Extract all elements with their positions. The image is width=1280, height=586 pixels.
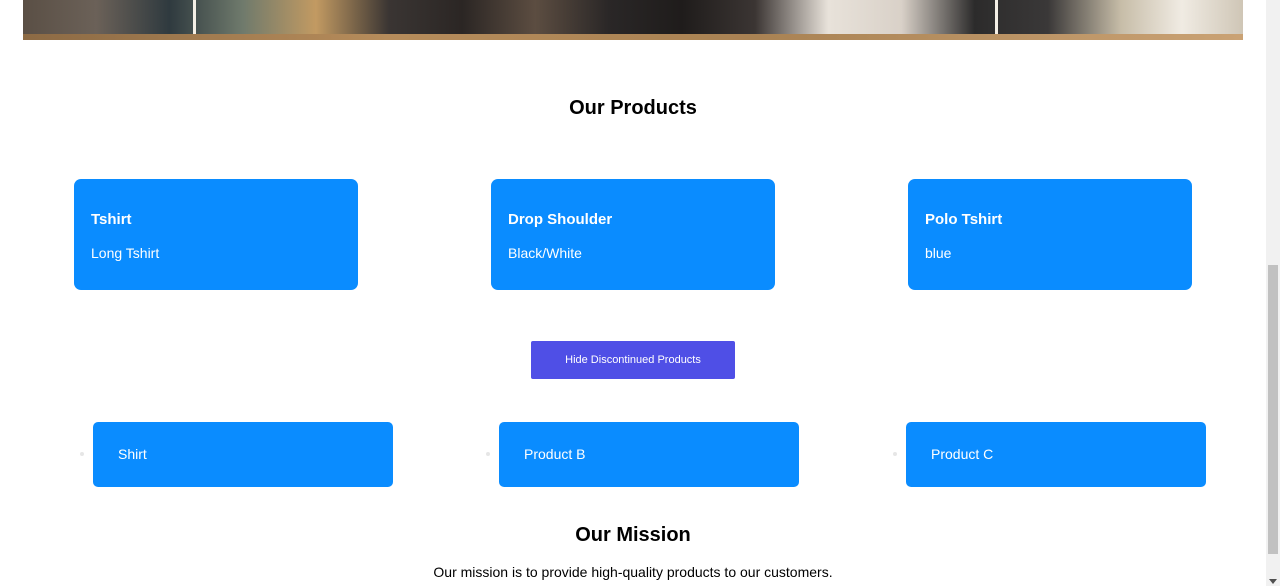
product-card-name: Tshirt	[91, 211, 132, 228]
list-item[interactable]: Product B	[486, 422, 799, 487]
product-card-description: Black/White	[508, 245, 582, 261]
product-card[interactable]: Tshirt Long Tshirt	[74, 179, 358, 290]
bullet-icon	[893, 452, 897, 456]
list-item[interactable]: Product C	[893, 422, 1206, 487]
mission-section-title: Our Mission	[575, 524, 691, 546]
list-item-label: Product B	[499, 422, 799, 487]
hide-discontinued-button[interactable]: Hide Discontinued Products	[531, 341, 735, 379]
bullet-icon	[80, 452, 84, 456]
scrollbar-thumb[interactable]	[1268, 265, 1278, 554]
list-item-label: Shirt	[93, 422, 393, 487]
product-card-name: Polo Tshirt	[925, 211, 1003, 228]
hero-image	[23, 0, 1243, 40]
products-section-title: Our Products	[569, 97, 697, 119]
product-card[interactable]: Drop Shoulder Black/White	[491, 179, 775, 290]
list-item-label: Product C	[906, 422, 1206, 487]
hero-image-shelf	[23, 34, 1243, 40]
page: Our Products Tshirt Long Tshirt Drop Sho…	[0, 0, 1280, 586]
mission-text: Our mission is to provide high-quality p…	[433, 564, 833, 580]
list-item[interactable]: Shirt	[80, 422, 393, 487]
product-card-name: Drop Shoulder	[508, 211, 613, 228]
scroll-down-arrow-icon[interactable]	[1269, 579, 1277, 584]
product-card-description: blue	[925, 245, 952, 261]
vertical-scrollbar[interactable]	[1266, 0, 1280, 586]
product-card[interactable]: Polo Tshirt blue	[908, 179, 1192, 290]
product-card-description: Long Tshirt	[91, 245, 160, 261]
bullet-icon	[486, 452, 490, 456]
